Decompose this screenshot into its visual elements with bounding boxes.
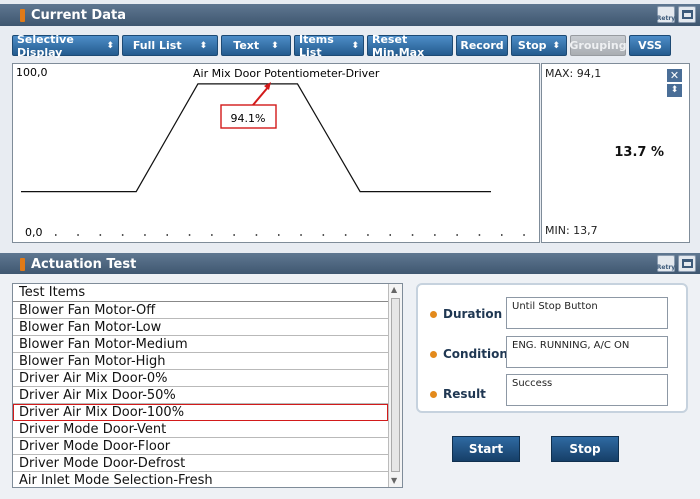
scroll-thumb[interactable] bbox=[391, 298, 400, 472]
conditions-label: Conditions bbox=[430, 347, 515, 361]
result-label: Result bbox=[430, 387, 486, 401]
window-title: Actuation Test bbox=[31, 256, 137, 272]
x-tick bbox=[166, 234, 168, 236]
x-tick bbox=[367, 234, 369, 236]
scroll-down-icon[interactable]: ▼ bbox=[391, 476, 397, 485]
list-item[interactable]: Driver Air Mix Door-0% bbox=[13, 370, 388, 387]
spinner-icon: ⬍ bbox=[106, 40, 114, 51]
x-tick bbox=[300, 234, 302, 236]
duration-label: Duration bbox=[430, 307, 502, 321]
list-item[interactable]: Driver Mode Door-Floor bbox=[13, 438, 388, 455]
x-tick bbox=[144, 234, 146, 236]
y-min-label: 0,0 bbox=[25, 226, 43, 239]
graph-svg: 94.1% Air Mix Door Potentiometer-Driver … bbox=[16, 66, 525, 239]
window-toggle-icon[interactable] bbox=[678, 6, 696, 23]
selective-display-label: Selective Display bbox=[17, 32, 74, 59]
result-label-text: Result bbox=[443, 387, 486, 401]
x-tick bbox=[389, 234, 391, 236]
stop-label: Stop bbox=[517, 39, 547, 52]
x-tick bbox=[434, 234, 436, 236]
retry-icon[interactable]: Retry bbox=[657, 255, 675, 272]
y-max-label: 100,0 bbox=[16, 66, 48, 79]
reset-min-max-button[interactable]: Reset Min.Max bbox=[367, 33, 453, 59]
scrollbar[interactable]: ▲ ▼ bbox=[388, 284, 402, 487]
vss-button[interactable]: VSS bbox=[629, 35, 671, 56]
bullet-icon bbox=[430, 390, 437, 398]
x-tick bbox=[77, 234, 79, 236]
retry-icon[interactable]: Retry bbox=[657, 6, 675, 23]
list-item[interactable]: Driver Air Mix Door-50% bbox=[13, 387, 388, 404]
grouping-button: Grouping bbox=[569, 35, 627, 56]
list-item[interactable]: Air Inlet Mode Selection-Fresh bbox=[13, 472, 388, 487]
list-header: Test Items bbox=[13, 284, 402, 302]
value-side-panel: MAX: 94,1 ✕ ⬍ 13.7 % MIN: 13,7 bbox=[541, 63, 690, 243]
annotation-arrow-line bbox=[252, 85, 270, 106]
spinner-icon: ⬍ bbox=[552, 40, 561, 51]
conditions-value: ENG. RUNNING, A/C ON bbox=[506, 336, 668, 368]
selective-display-button[interactable]: Selective Display ⬍ bbox=[12, 32, 119, 59]
list-item[interactable]: Blower Fan Motor-High bbox=[13, 353, 388, 370]
bullet-icon bbox=[430, 350, 437, 358]
items-list-button[interactable]: Items List ⬍ bbox=[294, 32, 364, 59]
result-value: Success bbox=[506, 374, 668, 406]
x-tick bbox=[411, 234, 414, 236]
min-label: MIN: 13,7 bbox=[545, 224, 598, 237]
x-tick bbox=[255, 234, 258, 236]
test-items-list: Test Items Blower Fan Motor-Off Blower Fa… bbox=[12, 283, 403, 488]
stop-button[interactable]: Stop bbox=[551, 436, 619, 462]
duration-label-text: Duration bbox=[443, 307, 503, 321]
text-button[interactable]: Text ⬍ bbox=[221, 35, 291, 56]
duration-value: Until Stop Button bbox=[506, 297, 668, 329]
full-list-label: Full List bbox=[132, 39, 182, 52]
scroll-up-icon[interactable]: ▲ bbox=[391, 285, 397, 294]
x-tick bbox=[478, 234, 481, 236]
spinner-icon: ⬍ bbox=[271, 40, 279, 51]
window-toggle-icon[interactable] bbox=[678, 255, 696, 272]
x-tick bbox=[233, 234, 235, 236]
current-value: 13.7 % bbox=[614, 145, 664, 160]
x-tick bbox=[278, 234, 280, 236]
start-button[interactable]: Start bbox=[452, 436, 520, 462]
items-list-label: Items List bbox=[299, 32, 334, 59]
x-tick bbox=[456, 234, 458, 236]
bullet-icon bbox=[430, 310, 437, 318]
close-icon[interactable]: ✕ bbox=[667, 69, 682, 82]
list-item[interactable]: Blower Fan Motor-Medium bbox=[13, 336, 388, 353]
list-item[interactable]: Driver Mode Door-Vent bbox=[13, 421, 388, 438]
x-tick bbox=[55, 234, 57, 236]
spinner-icon: ⬍ bbox=[351, 40, 359, 51]
stop-dropdown-button[interactable]: Stop ⬍ bbox=[511, 35, 567, 56]
list-item[interactable]: Blower Fan Motor-Off bbox=[13, 302, 388, 319]
x-tick bbox=[501, 234, 503, 236]
x-tick bbox=[188, 234, 191, 236]
x-tick bbox=[344, 234, 347, 236]
spinner-icon: ⬍ bbox=[199, 40, 208, 51]
x-tick bbox=[523, 234, 525, 236]
window-marker-icon bbox=[20, 8, 25, 22]
annotation-label: 94.1% bbox=[231, 112, 266, 125]
text-label: Text bbox=[233, 39, 260, 52]
max-label: MAX: 94,1 bbox=[545, 67, 602, 80]
window-title: Current Data bbox=[31, 7, 126, 23]
x-tick bbox=[322, 234, 325, 236]
conditions-label-text: Conditions bbox=[443, 347, 516, 361]
record-button[interactable]: Record bbox=[456, 35, 508, 56]
list-item[interactable]: Driver Mode Door-Defrost bbox=[13, 455, 388, 472]
actuation-test-titlebar: Actuation Test Retry bbox=[0, 253, 700, 275]
x-tick bbox=[121, 234, 124, 236]
list-item[interactable]: Blower Fan Motor-Low bbox=[13, 319, 388, 336]
x-axis-ticks bbox=[55, 234, 525, 236]
full-list-button[interactable]: Full List ⬍ bbox=[122, 35, 218, 56]
toolbar: Selective Display ⬍ Full List ⬍ Text ⬍ Item… bbox=[12, 32, 671, 59]
expand-icon[interactable]: ⬍ bbox=[667, 84, 682, 97]
current-data-titlebar: Current Data Retry bbox=[0, 4, 700, 26]
list-item[interactable]: Driver Air Mix Door-100% bbox=[13, 404, 388, 421]
graph-panel: 94.1% Air Mix Door Potentiometer-Driver … bbox=[12, 63, 540, 243]
x-tick bbox=[211, 234, 213, 236]
x-tick bbox=[99, 234, 102, 236]
test-info-panel: Duration Until Stop Button Conditions EN… bbox=[416, 283, 688, 413]
graph-title: Air Mix Door Potentiometer-Driver bbox=[193, 67, 380, 80]
window-marker-icon bbox=[20, 257, 25, 271]
list-rows: Blower Fan Motor-Off Blower Fan Motor-Low… bbox=[13, 302, 402, 487]
